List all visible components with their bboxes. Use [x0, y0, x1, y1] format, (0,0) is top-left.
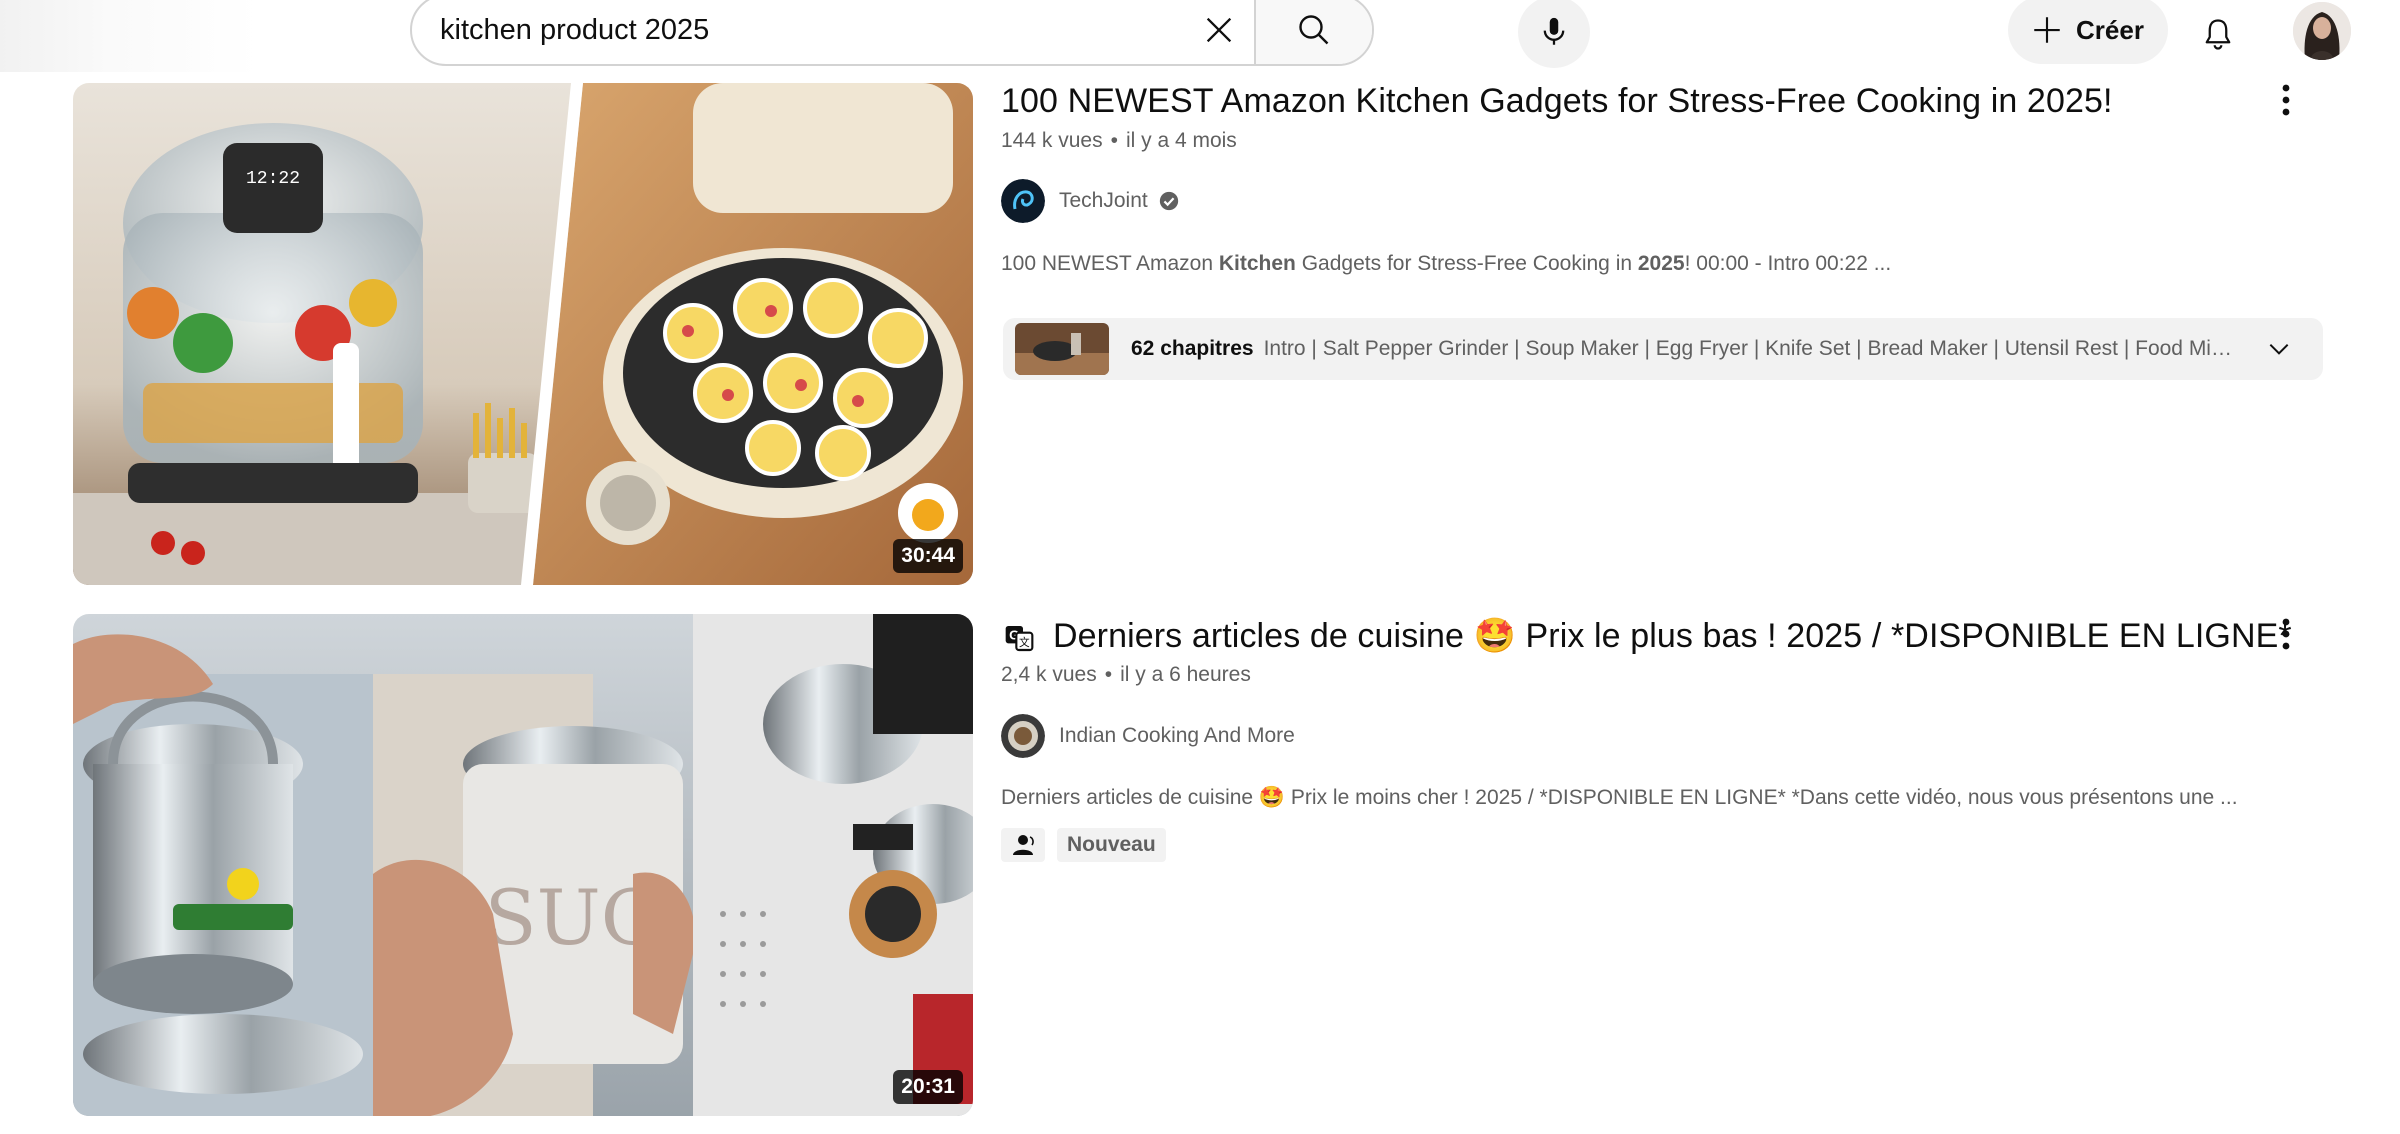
upload-age: il y a 4 mois: [1125, 129, 1237, 152]
channel-link[interactable]: Indian Cooking And More: [1001, 714, 1295, 758]
more-actions-button[interactable]: [2266, 72, 2306, 128]
svg-text:12:22: 12:22: [246, 169, 300, 189]
people-icon: [1013, 835, 1034, 855]
more-actions-button[interactable]: [2266, 606, 2306, 662]
thumbnail-image: SUG: [73, 614, 973, 1116]
description-highlight: 2025: [1637, 252, 1685, 275]
badge-row: Nouveau: [1001, 828, 1166, 862]
avatar[interactable]: [2293, 2, 2351, 60]
community-badge: [1001, 828, 1045, 862]
description-text: 100 NEWEST Amazon: [1001, 252, 1219, 275]
description-highlight: Kitchen: [1218, 252, 1296, 275]
more-vert-icon: [2282, 618, 2290, 650]
channel-name: Indian Cooking And More: [1059, 724, 1295, 747]
upload-age: il y a 6 heures: [1120, 663, 1251, 686]
translate-indicator: G 文: [1003, 622, 1035, 659]
channel-link[interactable]: TechJoint: [1001, 179, 1180, 223]
chevron-down-icon: [2269, 343, 2288, 355]
create-label: Créer: [2076, 14, 2144, 45]
chapters-bar[interactable]: 62 chapitres Intro | Salt Pepper Grinder…: [1003, 318, 2323, 380]
video-meta: 144 k vues • il y a 4 mois: [1001, 129, 1237, 153]
channel-name: TechJoint: [1059, 189, 1148, 212]
video-duration: 30:44: [893, 539, 963, 573]
chapter-thumbnail: [1015, 323, 1109, 375]
video-thumbnail[interactable]: SUG 20:31: [73, 614, 973, 1116]
meta-separator: •: [1104, 663, 1113, 686]
create-button[interactable]: Créer: [2008, 0, 2168, 64]
voice-search-button[interactable]: [1518, 0, 1590, 68]
search-button[interactable]: [1254, 0, 1372, 64]
search-icon: [1299, 15, 1329, 45]
chapters-list: Intro | Salt Pepper Grinder | Soup Maker…: [1263, 337, 2236, 360]
video-thumbnail[interactable]: 12:22 30:44: [73, 83, 973, 585]
more-vert-icon: [2282, 84, 2290, 116]
video-description: Derniers articles de cuisine 🤩 Prix le m…: [1001, 786, 2238, 809]
plus-icon: [2034, 17, 2060, 43]
view-count: 144 k vues: [1001, 129, 1103, 152]
description-text: Gadgets for Stress-Free Cooking in: [1295, 252, 1638, 275]
verified-icon: [1159, 191, 1178, 211]
view-count: 2,4 k vues: [1001, 663, 1097, 686]
avatar-image: [2293, 2, 2351, 60]
channel-avatar: [1001, 714, 1045, 758]
search-input[interactable]: [412, 0, 1184, 64]
new-badge: Nouveau: [1057, 828, 1166, 862]
thumbnail-image: 12:22: [73, 83, 973, 585]
bell-icon: [2205, 19, 2231, 50]
video-description: 100 NEWEST Amazon Kitchen Gadgets for St…: [1001, 252, 1891, 276]
meta-separator: •: [1110, 129, 1118, 152]
notifications-button[interactable]: [2188, 4, 2248, 64]
description-text: ! 00:00 - Intro 00:22 ...: [1684, 252, 1892, 275]
svg-text:文: 文: [1019, 636, 1030, 649]
top-bar: Créer: [0, 0, 2400, 72]
chapters-expand-toggle[interactable]: [2266, 336, 2292, 362]
search-results-page: Créer: [0, 0, 2400, 1134]
chapters-count: 62 chapitres: [1131, 337, 1254, 360]
clear-search-button[interactable]: [1184, 0, 1254, 64]
video-title[interactable]: 100 NEWEST Amazon Kitchen Gadgets for St…: [1001, 82, 2113, 121]
close-icon: [1206, 17, 1232, 43]
video-meta: 2,4 k vues • il y a 6 heures: [1001, 663, 1251, 687]
video-duration: 20:31: [893, 1070, 963, 1104]
search-box: [410, 0, 1374, 66]
mic-icon: [1543, 17, 1565, 45]
video-title[interactable]: Derniers articles de cuisine 🤩 Prix le p…: [1053, 616, 2292, 656]
translate-icon: G 文: [1005, 626, 1034, 652]
channel-avatar: [1001, 179, 1045, 223]
